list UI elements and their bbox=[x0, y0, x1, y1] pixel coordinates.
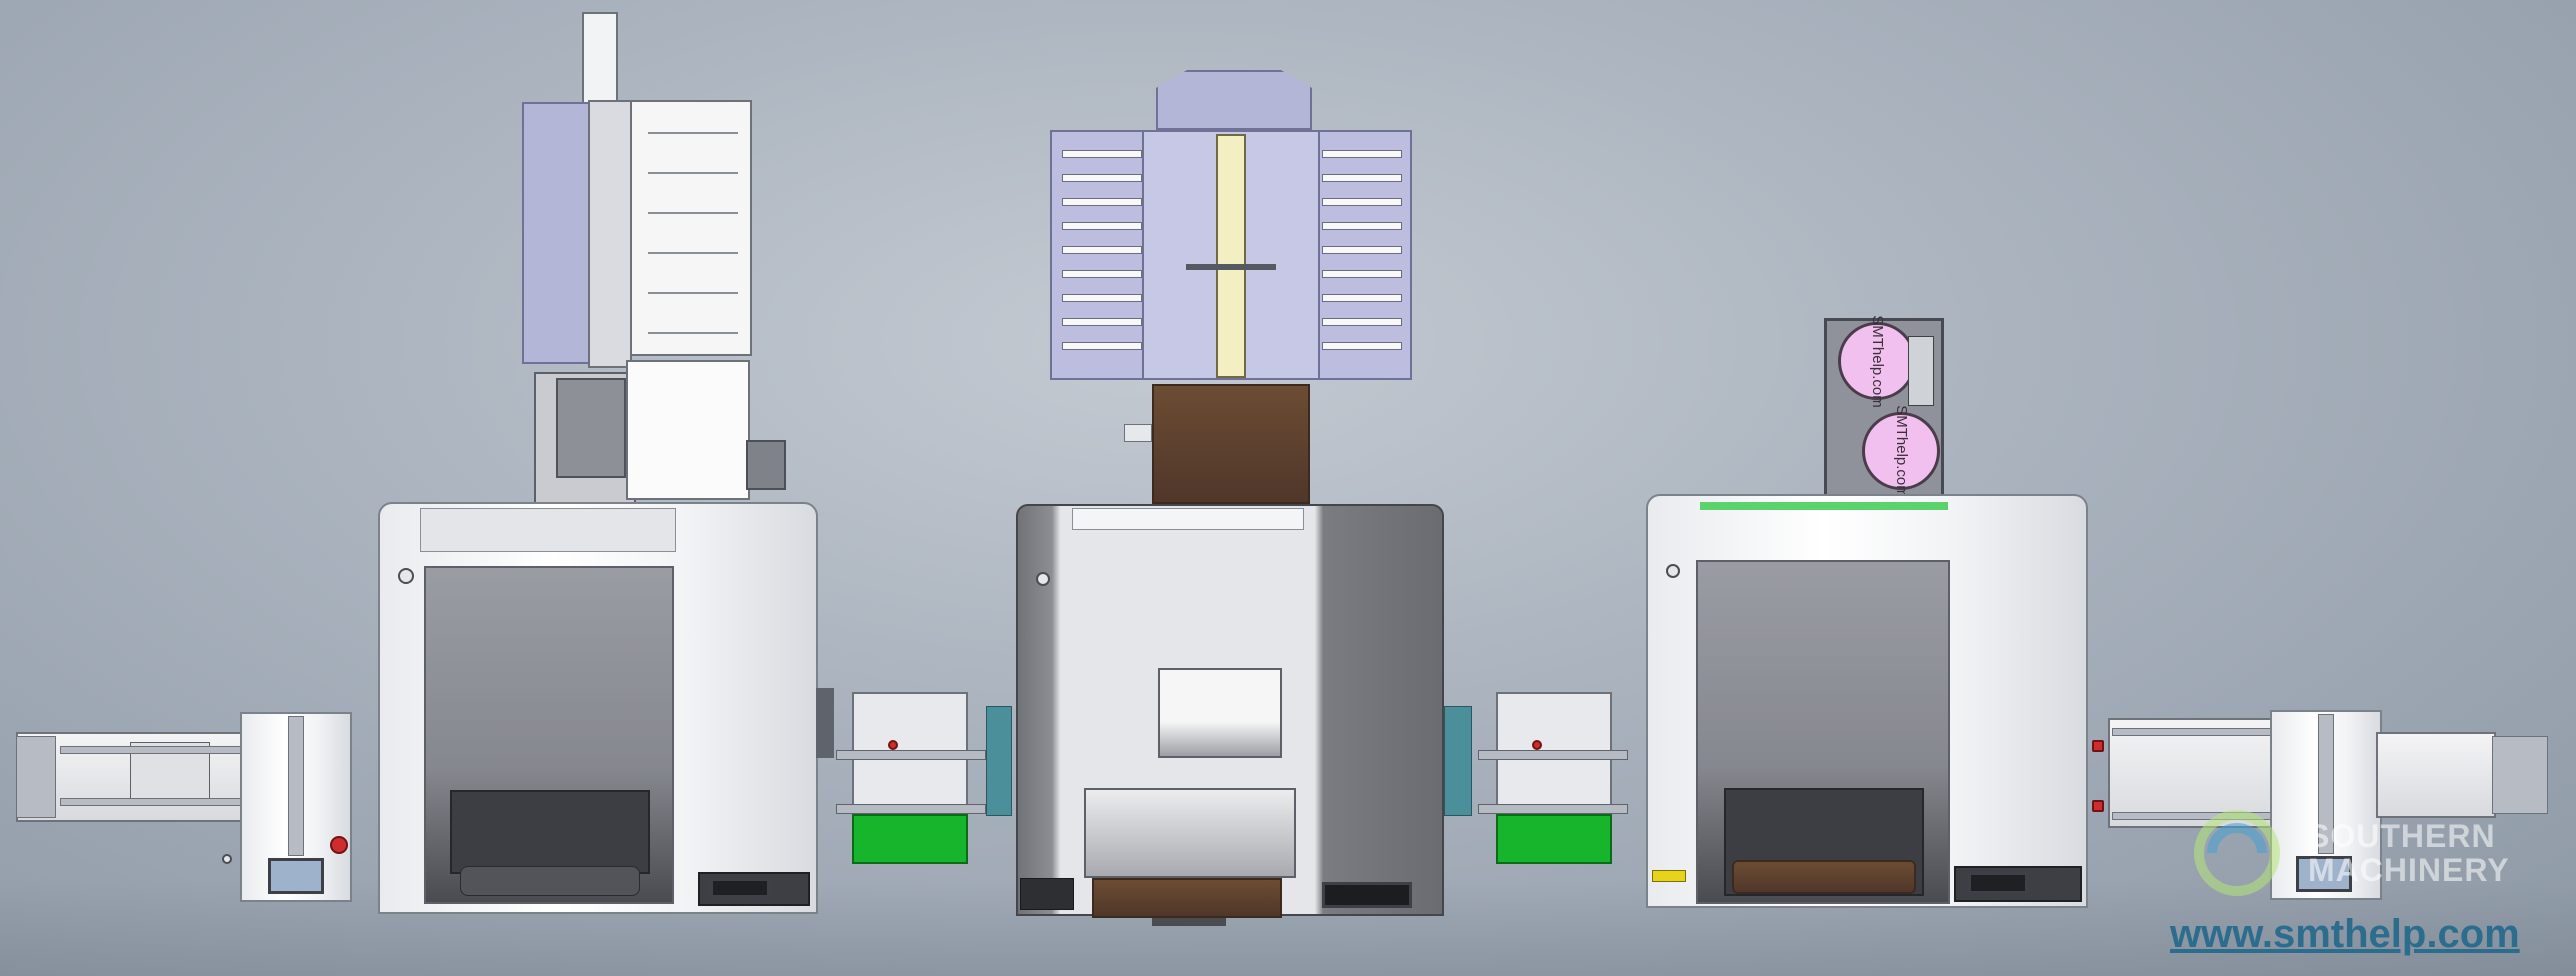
machine-2-brown-column bbox=[1152, 384, 1310, 504]
machine-2-nozzle-left bbox=[1062, 198, 1142, 206]
machine-1-lavender-side-panel bbox=[522, 102, 594, 364]
machine-3-indicator-light bbox=[1666, 564, 1680, 578]
machine-2-nozzle-right bbox=[1322, 198, 1402, 206]
machine-2-nozzle-left bbox=[1062, 294, 1142, 302]
machine-2-nozzle-left bbox=[1062, 150, 1142, 158]
machine-2-foot bbox=[1152, 918, 1226, 926]
watermark-line2: MACHINERY bbox=[2308, 852, 2510, 888]
machine-2-nozzle-right bbox=[1322, 246, 1402, 254]
machine-3-reel-top: SMThelp.com bbox=[1838, 315, 1916, 407]
machine-2-nozzle-right bbox=[1322, 270, 1402, 278]
left-loader-estop-button[interactable] bbox=[330, 836, 348, 854]
left-loader-column bbox=[288, 716, 304, 856]
transfer-2-status-led bbox=[1532, 740, 1542, 750]
machine-2-nozzle-right bbox=[1322, 318, 1402, 326]
transfer-1-rail-bottom bbox=[836, 804, 986, 814]
machine-1-feeder-line bbox=[648, 132, 738, 134]
machine-2-nozzle-left bbox=[1062, 270, 1142, 278]
machine-3-reel-bottom: SMThelp.com bbox=[1862, 405, 1940, 497]
reel-label-bottom: SMThelp.com bbox=[1892, 404, 1910, 498]
transfer-2-connector bbox=[1444, 706, 1472, 816]
machine-2-control-panel[interactable] bbox=[1020, 878, 1074, 910]
machine-2-nozzle-right bbox=[1322, 342, 1402, 350]
machine-2-nozzle-right bbox=[1322, 150, 1402, 158]
reel-label-top: SMThelp.com bbox=[1868, 314, 1886, 408]
machine-2-lower-door bbox=[1084, 788, 1296, 878]
machine-2-indicator-light bbox=[1036, 572, 1050, 586]
machine-3-rack-plate bbox=[1908, 336, 1934, 406]
left-conveyor-rail-top bbox=[60, 746, 250, 754]
machine-2-control-display[interactable] bbox=[1322, 882, 1412, 908]
right-conveyor-end-frame bbox=[2492, 736, 2548, 814]
transfer-2-rail-bottom bbox=[1478, 804, 1628, 814]
machine-1-feeder-line bbox=[648, 212, 738, 214]
machine-1-lower-door bbox=[450, 790, 650, 874]
machine-1-door-handle[interactable] bbox=[460, 866, 640, 896]
machine-2-nozzle-left bbox=[1062, 342, 1142, 350]
machine-2-nozzle-left bbox=[1062, 222, 1142, 230]
machine-2-nozzle-right bbox=[1322, 294, 1402, 302]
website-url[interactable]: www.smthelp.com bbox=[2170, 912, 2520, 957]
machine-1-feeder-line bbox=[648, 252, 738, 254]
transfer-2-rail-top bbox=[1478, 750, 1628, 760]
machine-1-indicator-light bbox=[398, 568, 414, 584]
machine-2-nozzle-right bbox=[1322, 174, 1402, 182]
transfer-1-connector bbox=[986, 706, 1012, 816]
machine-3-right-port-icon bbox=[2092, 740, 2104, 752]
machine-3-drawer[interactable] bbox=[1732, 860, 1916, 894]
machine-3-control-display[interactable] bbox=[1968, 872, 2028, 894]
machine-2-base-drawer[interactable] bbox=[1092, 878, 1282, 918]
machine-1-tower-mast bbox=[582, 12, 618, 106]
machine-1-feeder-rack bbox=[588, 100, 632, 368]
transfer-2-green-bin bbox=[1496, 814, 1612, 864]
transfer-1-green-bin bbox=[852, 814, 968, 864]
machine-1-head-motor bbox=[556, 378, 626, 478]
machine-1-side-port bbox=[816, 688, 834, 758]
machine-2-nozzle-left bbox=[1062, 318, 1142, 326]
machine-2-nozzle-left bbox=[1062, 174, 1142, 182]
right-conveyor-belt bbox=[2376, 732, 2496, 818]
machine-1-feeder-line bbox=[648, 332, 738, 334]
machine-2-top-lid bbox=[1072, 508, 1304, 530]
watermark-line1: SOUTHERN bbox=[2308, 818, 2496, 854]
machine-2-spindle-column bbox=[1216, 134, 1246, 378]
left-loader-caster-icon bbox=[222, 854, 232, 864]
machine-2-head-cap bbox=[1156, 70, 1312, 130]
machine-2-nozzle-right bbox=[1322, 222, 1402, 230]
machine-2-column-bracket bbox=[1124, 424, 1152, 442]
transfer-1-rail-top bbox=[836, 750, 986, 760]
machine-1-head-cover bbox=[626, 360, 750, 500]
left-loader-touchscreen[interactable] bbox=[268, 858, 324, 894]
machine-3-warning-label bbox=[1652, 870, 1686, 882]
left-conveyor-end-frame bbox=[16, 736, 56, 818]
machine-3-top-edge bbox=[1700, 502, 1948, 510]
machine-1-top-lid bbox=[420, 508, 676, 552]
machine-1-feeder-cover bbox=[630, 100, 752, 356]
machine-1-feeder-line bbox=[648, 292, 738, 294]
machine-1-side-bracket bbox=[746, 440, 786, 490]
machine-2-cross-bar bbox=[1186, 264, 1276, 270]
transfer-1-status-led bbox=[888, 740, 898, 750]
machine-1-feeder-line bbox=[648, 172, 738, 174]
left-conveyor-rail-bottom bbox=[60, 798, 250, 806]
machine-1-control-display[interactable] bbox=[710, 878, 770, 898]
machine-2-nozzle-left bbox=[1062, 246, 1142, 254]
machine-2-front-window bbox=[1158, 668, 1282, 758]
sm-logo-icon bbox=[2192, 808, 2282, 898]
machine-3-right-port-icon bbox=[2092, 800, 2104, 812]
